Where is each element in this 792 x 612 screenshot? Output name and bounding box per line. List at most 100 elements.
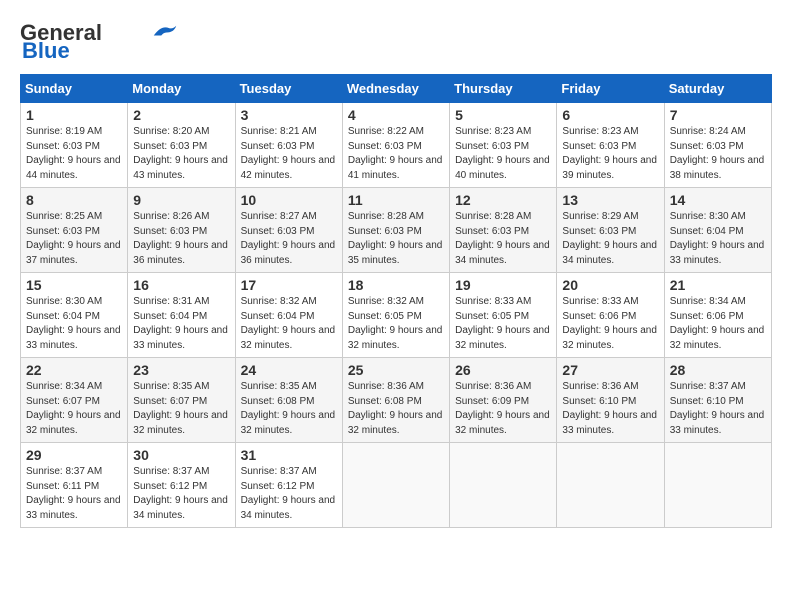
day-info: Sunrise: 8:23 AMSunset: 6:03 PMDaylight:… bbox=[455, 126, 550, 181]
day-cell: 4 Sunrise: 8:22 AMSunset: 6:03 PMDaylight… bbox=[342, 103, 449, 188]
day-cell: 29 Sunrise: 8:37 AMSunset: 6:11 PMDayligh… bbox=[21, 443, 128, 528]
day-info: Sunrise: 8:25 AMSunset: 6:03 PMDaylight:… bbox=[26, 211, 121, 266]
day-info: Sunrise: 8:23 AMSunset: 6:03 PMDaylight:… bbox=[562, 126, 657, 181]
day-number: 8 bbox=[26, 192, 122, 208]
day-info: Sunrise: 8:28 AMSunset: 6:03 PMDaylight:… bbox=[348, 211, 443, 266]
logo: General Blue bbox=[20, 20, 180, 64]
day-info: Sunrise: 8:37 AMSunset: 6:10 PMDaylight:… bbox=[670, 381, 765, 436]
day-number: 17 bbox=[241, 277, 337, 293]
weekday-header-monday: Monday bbox=[128, 75, 235, 103]
day-info: Sunrise: 8:30 AMSunset: 6:04 PMDaylight:… bbox=[26, 296, 121, 351]
day-info: Sunrise: 8:34 AMSunset: 6:07 PMDaylight:… bbox=[26, 381, 121, 436]
day-number: 16 bbox=[133, 277, 229, 293]
weekday-header-tuesday: Tuesday bbox=[235, 75, 342, 103]
day-info: Sunrise: 8:29 AMSunset: 6:03 PMDaylight:… bbox=[562, 211, 657, 266]
day-cell: 30 Sunrise: 8:37 AMSunset: 6:12 PMDayligh… bbox=[128, 443, 235, 528]
logo-blue: Blue bbox=[22, 38, 70, 64]
day-number: 29 bbox=[26, 447, 122, 463]
day-cell: 18 Sunrise: 8:32 AMSunset: 6:05 PMDayligh… bbox=[342, 273, 449, 358]
day-info: Sunrise: 8:31 AMSunset: 6:04 PMDaylight:… bbox=[133, 296, 228, 351]
day-info: Sunrise: 8:26 AMSunset: 6:03 PMDaylight:… bbox=[133, 211, 228, 266]
day-number: 27 bbox=[562, 362, 658, 378]
day-number: 31 bbox=[241, 447, 337, 463]
day-number: 12 bbox=[455, 192, 551, 208]
day-cell: 25 Sunrise: 8:36 AMSunset: 6:08 PMDayligh… bbox=[342, 358, 449, 443]
day-number: 1 bbox=[26, 107, 122, 123]
day-info: Sunrise: 8:33 AMSunset: 6:06 PMDaylight:… bbox=[562, 296, 657, 351]
day-cell: 31Sunrise: 8:37 AMSunset: 6:12 PMDayligh… bbox=[235, 443, 342, 528]
day-cell: 5 Sunrise: 8:23 AMSunset: 6:03 PMDaylight… bbox=[450, 103, 557, 188]
day-cell: 11 Sunrise: 8:28 AMSunset: 6:03 PMDayligh… bbox=[342, 188, 449, 273]
day-info: Sunrise: 8:32 AMSunset: 6:05 PMDaylight:… bbox=[348, 296, 443, 351]
day-info: Sunrise: 8:36 AMSunset: 6:10 PMDaylight:… bbox=[562, 381, 657, 436]
day-number: 30 bbox=[133, 447, 229, 463]
logo-bird-icon bbox=[150, 22, 180, 40]
empty-cell bbox=[342, 443, 449, 528]
day-number: 13 bbox=[562, 192, 658, 208]
day-info: Sunrise: 8:27 AMSunset: 6:03 PMDaylight:… bbox=[241, 211, 336, 266]
empty-cell bbox=[450, 443, 557, 528]
day-number: 18 bbox=[348, 277, 444, 293]
day-cell: 28 Sunrise: 8:37 AMSunset: 6:10 PMDayligh… bbox=[664, 358, 771, 443]
empty-cell bbox=[557, 443, 664, 528]
weekday-header-wednesday: Wednesday bbox=[342, 75, 449, 103]
day-number: 24 bbox=[241, 362, 337, 378]
day-cell: 19 Sunrise: 8:33 AMSunset: 6:05 PMDayligh… bbox=[450, 273, 557, 358]
day-number: 20 bbox=[562, 277, 658, 293]
day-cell: 12 Sunrise: 8:28 AMSunset: 6:03 PMDayligh… bbox=[450, 188, 557, 273]
day-info: Sunrise: 8:34 AMSunset: 6:06 PMDaylight:… bbox=[670, 296, 765, 351]
day-number: 9 bbox=[133, 192, 229, 208]
day-cell: 24 Sunrise: 8:35 AMSunset: 6:08 PMDayligh… bbox=[235, 358, 342, 443]
weekday-header-thursday: Thursday bbox=[450, 75, 557, 103]
page-header: General Blue bbox=[20, 20, 772, 64]
day-number: 15 bbox=[26, 277, 122, 293]
day-cell: 2Sunrise: 8:20 AMSunset: 6:03 PMDaylight… bbox=[128, 103, 235, 188]
day-number: 11 bbox=[348, 192, 444, 208]
day-cell: 17 Sunrise: 8:32 AMSunset: 6:04 PMDayligh… bbox=[235, 273, 342, 358]
day-info: Sunrise: 8:28 AMSunset: 6:03 PMDaylight:… bbox=[455, 211, 550, 266]
day-number: 6 bbox=[562, 107, 658, 123]
weekday-header-friday: Friday bbox=[557, 75, 664, 103]
day-cell: 9 Sunrise: 8:26 AMSunset: 6:03 PMDaylight… bbox=[128, 188, 235, 273]
day-cell: 13 Sunrise: 8:29 AMSunset: 6:03 PMDayligh… bbox=[557, 188, 664, 273]
day-info: Sunrise: 8:20 AMSunset: 6:03 PMDaylight:… bbox=[133, 126, 228, 181]
day-cell: 1Sunrise: 8:19 AMSunset: 6:03 PMDaylight… bbox=[21, 103, 128, 188]
day-info: Sunrise: 8:22 AMSunset: 6:03 PMDaylight:… bbox=[348, 126, 443, 181]
day-cell: 7Sunrise: 8:24 AMSunset: 6:03 PMDaylight… bbox=[664, 103, 771, 188]
day-number: 25 bbox=[348, 362, 444, 378]
calendar-table: SundayMondayTuesdayWednesdayThursdayFrid… bbox=[20, 74, 772, 528]
day-info: Sunrise: 8:32 AMSunset: 6:04 PMDaylight:… bbox=[241, 296, 336, 351]
day-info: Sunrise: 8:36 AMSunset: 6:09 PMDaylight:… bbox=[455, 381, 550, 436]
day-cell: 20 Sunrise: 8:33 AMSunset: 6:06 PMDayligh… bbox=[557, 273, 664, 358]
weekday-header-saturday: Saturday bbox=[664, 75, 771, 103]
day-info: Sunrise: 8:35 AMSunset: 6:07 PMDaylight:… bbox=[133, 381, 228, 436]
day-cell: 6 Sunrise: 8:23 AMSunset: 6:03 PMDaylight… bbox=[557, 103, 664, 188]
day-info: Sunrise: 8:36 AMSunset: 6:08 PMDaylight:… bbox=[348, 381, 443, 436]
day-number: 14 bbox=[670, 192, 766, 208]
day-number: 19 bbox=[455, 277, 551, 293]
day-info: Sunrise: 8:37 AMSunset: 6:12 PMDaylight:… bbox=[133, 466, 228, 521]
day-cell: 14 Sunrise: 8:30 AMSunset: 6:04 PMDayligh… bbox=[664, 188, 771, 273]
day-info: Sunrise: 8:30 AMSunset: 6:04 PMDaylight:… bbox=[670, 211, 765, 266]
day-cell: 15 Sunrise: 8:30 AMSunset: 6:04 PMDayligh… bbox=[21, 273, 128, 358]
day-cell: 3 Sunrise: 8:21 AMSunset: 6:03 PMDaylight… bbox=[235, 103, 342, 188]
day-cell: 10 Sunrise: 8:27 AMSunset: 6:03 PMDayligh… bbox=[235, 188, 342, 273]
day-number: 4 bbox=[348, 107, 444, 123]
day-info: Sunrise: 8:35 AMSunset: 6:08 PMDaylight:… bbox=[241, 381, 336, 436]
day-info: Sunrise: 8:33 AMSunset: 6:05 PMDaylight:… bbox=[455, 296, 550, 351]
day-cell: 21 Sunrise: 8:34 AMSunset: 6:06 PMDayligh… bbox=[664, 273, 771, 358]
day-cell: 16 Sunrise: 8:31 AMSunset: 6:04 PMDayligh… bbox=[128, 273, 235, 358]
day-cell: 22Sunrise: 8:34 AMSunset: 6:07 PMDayligh… bbox=[21, 358, 128, 443]
day-cell: 27 Sunrise: 8:36 AMSunset: 6:10 PMDayligh… bbox=[557, 358, 664, 443]
day-number: 7 bbox=[670, 107, 766, 123]
day-number: 5 bbox=[455, 107, 551, 123]
day-cell: 23Sunrise: 8:35 AMSunset: 6:07 PMDayligh… bbox=[128, 358, 235, 443]
day-number: 10 bbox=[241, 192, 337, 208]
day-number: 3 bbox=[241, 107, 337, 123]
day-number: 26 bbox=[455, 362, 551, 378]
day-cell: 26 Sunrise: 8:36 AMSunset: 6:09 PMDayligh… bbox=[450, 358, 557, 443]
day-number: 28 bbox=[670, 362, 766, 378]
day-info: Sunrise: 8:37 AMSunset: 6:11 PMDaylight:… bbox=[26, 466, 121, 521]
day-info: Sunrise: 8:21 AMSunset: 6:03 PMDaylight:… bbox=[241, 126, 336, 181]
day-number: 21 bbox=[670, 277, 766, 293]
